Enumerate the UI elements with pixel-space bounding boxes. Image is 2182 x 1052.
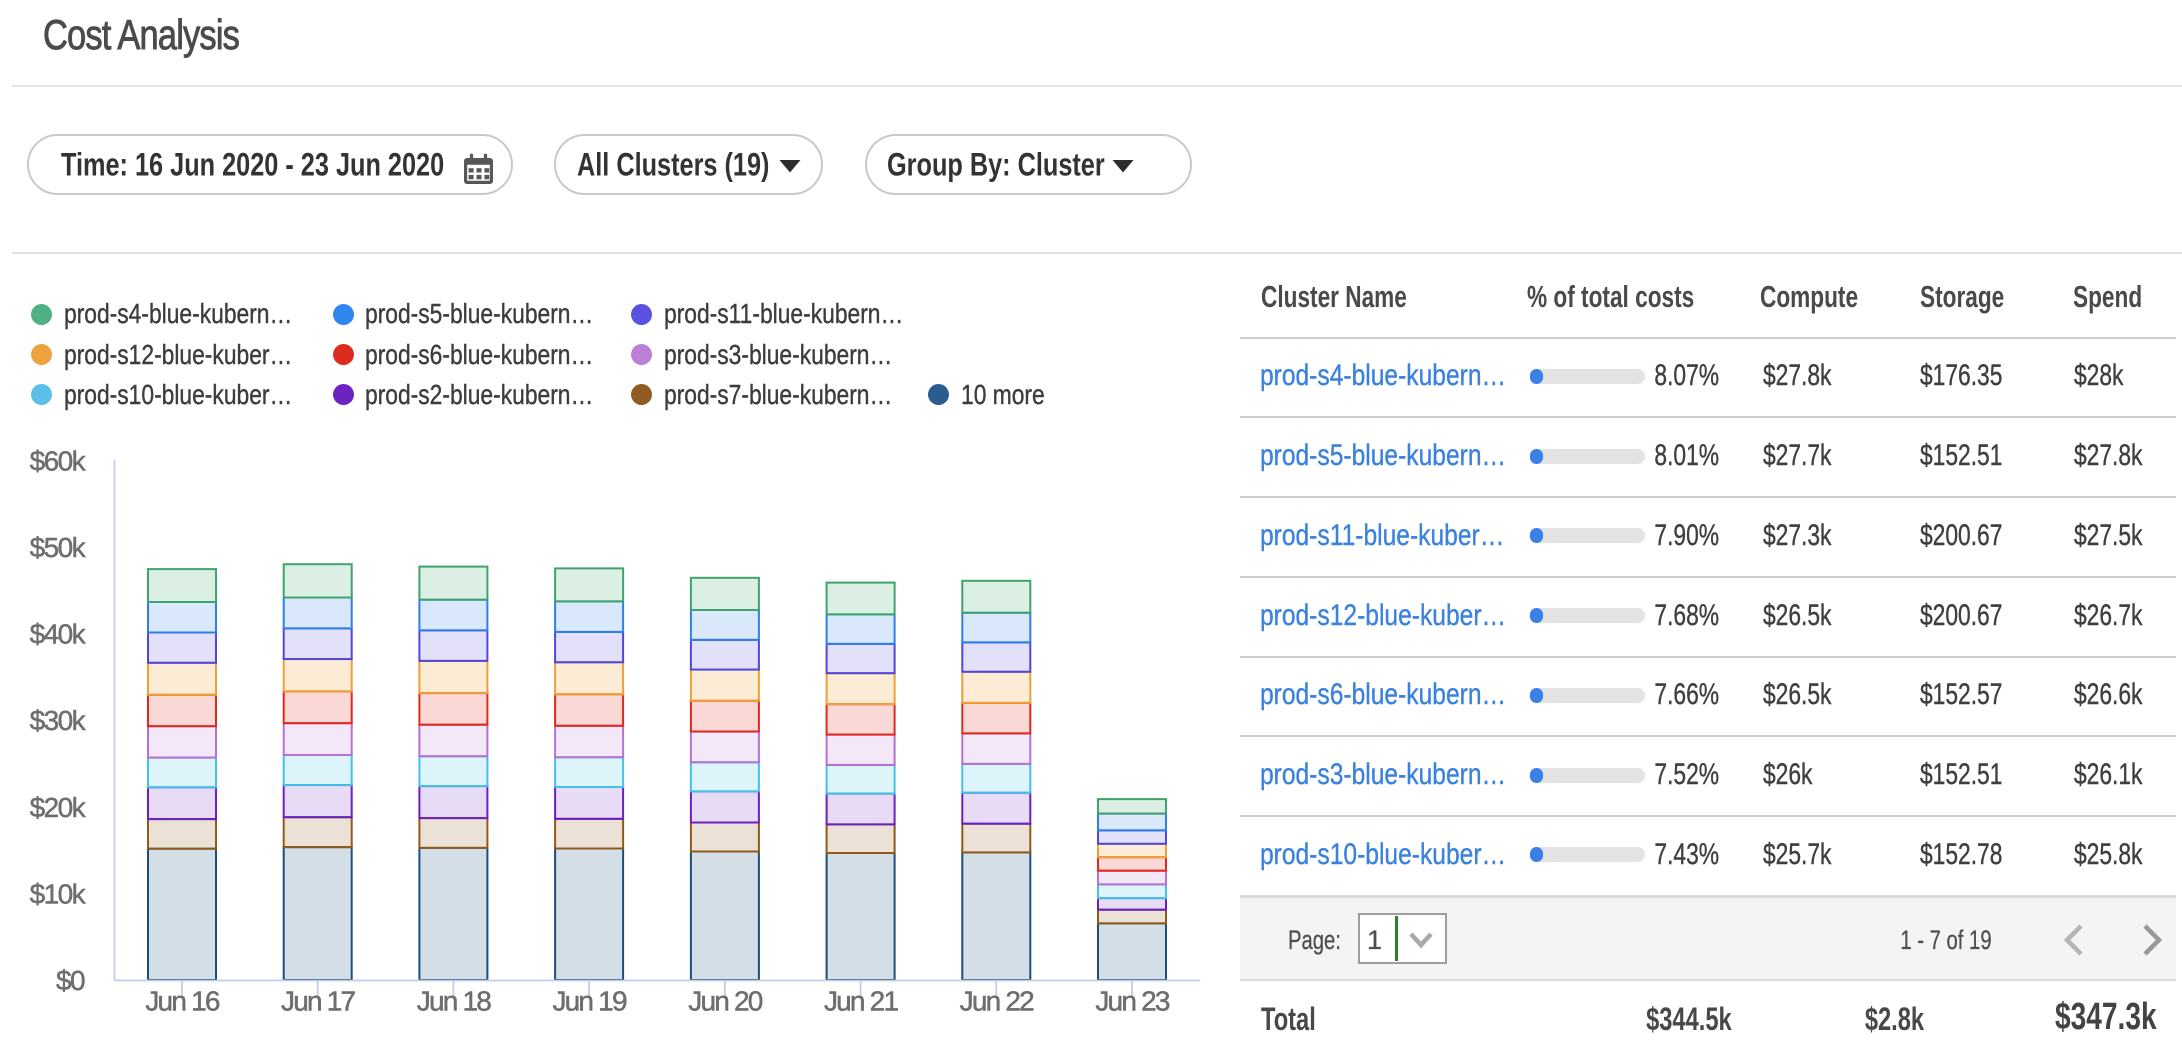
svg-text:Jun 17: Jun 17 (281, 986, 355, 1017)
svg-text:$30k: $30k (30, 705, 87, 736)
svg-text:$40k: $40k (30, 619, 87, 650)
svg-text:Jun 22: Jun 22 (960, 986, 1034, 1017)
svg-text:Jun 20: Jun 20 (688, 986, 762, 1017)
svg-text:Jun 18: Jun 18 (417, 986, 491, 1017)
svg-text:$10k: $10k (30, 879, 87, 910)
svg-text:$60k: $60k (30, 445, 87, 476)
svg-text:$0: $0 (56, 965, 85, 996)
svg-text:Jun 16: Jun 16 (145, 986, 219, 1017)
svg-text:$20k: $20k (30, 792, 87, 823)
svg-text:Jun 21: Jun 21 (824, 986, 898, 1017)
svg-text:Jun 19: Jun 19 (552, 986, 626, 1017)
svg-text:$50k: $50k (30, 532, 87, 563)
svg-text:Jun 23: Jun 23 (1095, 986, 1169, 1017)
